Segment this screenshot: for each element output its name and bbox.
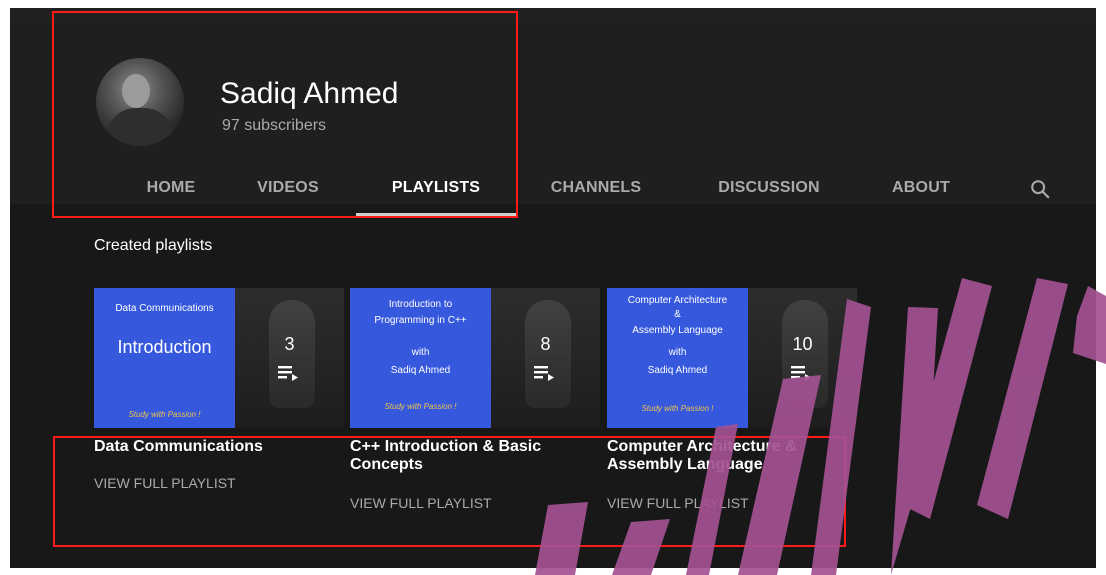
thumbnail-person-silhouette [269,300,315,408]
playlist-video-count: 8 [540,334,551,354]
playlist-cover: Data Communications Introduction Study w… [94,288,235,428]
tab-home[interactable]: HOME [136,174,206,216]
tab-about[interactable]: ABOUT [886,174,956,216]
playlist-thumbnail[interactable]: Computer Architecture & Assembly Languag… [607,288,857,428]
playlist-video-count: 10 [792,334,813,354]
tab-playlists-label: PLAYLISTS [391,179,481,196]
view-full-playlist-link[interactable]: VIEW FULL PLAYLIST [607,494,749,512]
tab-playlists-underline [356,213,516,216]
view-full-playlist-link[interactable]: VIEW FULL PLAYLIST [350,494,492,512]
tab-channels-label: CHANNELS [550,179,642,196]
cover-line: Sadiq Ahmed [647,365,708,376]
playlist-title-line: C++ Introduction & Basic [350,438,542,455]
tab-home-label: HOME [146,179,196,196]
cover-line: Introduction [117,337,212,357]
thumbnail-person-silhouette [782,300,828,408]
tab-playlists[interactable]: PLAYLISTS [356,174,516,216]
tab-channels[interactable]: CHANNELS [544,174,648,216]
cover-line: Assembly Language [632,325,723,336]
channel-tabs: HOME VIDEOS PLAYLISTS CHANNELS DISCUSSIO… [10,174,1096,216]
avatar-body [106,108,174,146]
cover-line: Data Communications [115,303,214,314]
playlist-cover: Computer Architecture & Assembly Languag… [607,288,748,428]
playlist-icon [278,366,298,381]
playlist-count-panel: 8 [491,288,600,428]
playlist-thumbnail[interactable]: Data Communications Introduction Study w… [94,288,344,428]
cover-slogan: Study with Passion ! [128,410,201,419]
playlist-icon [791,366,811,381]
cover-slogan: Study with Passion ! [384,402,457,411]
youtube-channel-page: Sadiq Ahmed 97 subscribers HOME VIDEOS P… [10,8,1096,568]
tab-about-label: ABOUT [892,179,950,196]
playlist-count-panel: 3 [235,288,344,428]
playlist-title-line: Computer Architecture & [607,438,797,455]
cover-line: Sadiq Ahmed [390,365,451,376]
cover-line: with [411,347,430,358]
cover-line: with [668,347,687,358]
avatar-head [122,74,150,108]
channel-name[interactable]: Sadiq Ahmed [220,76,398,112]
playlist-title[interactable]: C++ Introduction & Basic Concepts [350,438,600,474]
playlist-title-line: Assembly Language [607,456,763,473]
playlist-title-line: Concepts [350,456,423,473]
playlist-icon [534,366,554,381]
tab-videos-label: VIDEOS [257,179,319,196]
playlist-title[interactable]: Data Communications [94,438,344,456]
view-full-playlist-link[interactable]: VIEW FULL PLAYLIST [94,474,236,492]
playlist-title[interactable]: Computer Architecture & Assembly Languag… [607,438,857,474]
playlist-cover: Introduction to Programming in C++ with … [350,288,491,428]
playlist-count-panel: 10 [748,288,857,428]
tab-discussion[interactable]: DISCUSSION [710,174,828,216]
subscriber-count: 97 subscribers [222,117,327,134]
cover-line: & [674,309,681,320]
channel-header: Sadiq Ahmed 97 subscribers HOME VIDEOS P… [10,24,1096,216]
cover-line: Computer Architecture [627,295,728,306]
cover-line: Programming in C++ [374,315,467,326]
cover-line: Introduction to [388,299,453,310]
created-playlists-heading: Created playlists [94,237,213,254]
thumbnail-person-silhouette [525,300,571,408]
tab-videos[interactable]: VIDEOS [250,174,326,216]
tab-discussion-label: DISCUSSION [718,179,820,196]
playlist-video-count: 3 [284,334,295,354]
playlist-thumbnail[interactable]: Introduction to Programming in C++ with … [350,288,600,428]
search-icon[interactable] [1029,178,1051,200]
top-bar [10,8,1096,24]
cover-slogan: Study with Passion ! [641,404,714,413]
channel-avatar[interactable] [96,58,184,146]
